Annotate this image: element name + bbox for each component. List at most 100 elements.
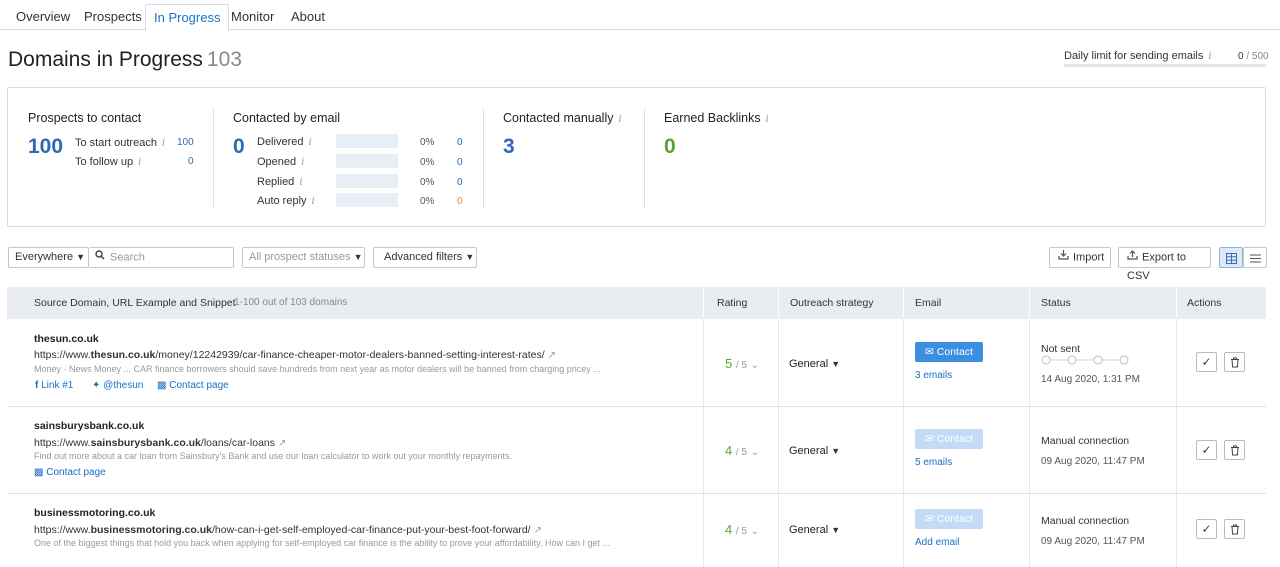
column-divider <box>903 319 904 407</box>
source-domain[interactable]: sainsburysbank.co.uk <box>34 420 144 432</box>
source-domain[interactable]: thesun.co.uk <box>34 333 99 345</box>
info-icon[interactable]: i <box>308 137 311 148</box>
mark-done-button[interactable]: ✓ <box>1196 352 1217 372</box>
delete-button[interactable] <box>1224 519 1245 539</box>
delivered-value[interactable]: 0 <box>457 137 463 148</box>
info-icon[interactable]: i <box>301 157 304 168</box>
replied-value[interactable]: 0 <box>457 177 463 188</box>
mark-done-button[interactable]: ✓ <box>1196 440 1217 460</box>
list-icon <box>1250 252 1261 271</box>
follow-up-value[interactable]: 0 <box>188 156 194 167</box>
header-divider <box>903 287 904 319</box>
info-icon[interactable]: i <box>299 177 302 188</box>
import-button[interactable]: Import <box>1049 247 1111 268</box>
summary-panel: Prospects to contact 100 To start outrea… <box>7 87 1266 227</box>
envelope-icon: ✉ <box>925 433 934 445</box>
trash-icon <box>1230 522 1240 536</box>
contact-page-link[interactable]: ▩ Contact page <box>34 467 106 478</box>
header-rating[interactable]: Rating <box>717 297 747 309</box>
rating[interactable]: 5 / 5 ⌄ <box>725 356 759 371</box>
chat-icon: ▩ <box>34 467 44 478</box>
header-range: 1-100 out of 103 domains <box>234 297 348 308</box>
envelope-icon: ✉ <box>925 346 934 358</box>
column-divider <box>903 494 904 567</box>
header-status[interactable]: Status <box>1041 297 1071 309</box>
contacted-manually-count[interactable]: 3 <box>503 135 515 159</box>
list-view-toggle[interactable] <box>1243 247 1267 268</box>
info-icon[interactable]: i <box>766 114 769 125</box>
mark-done-button[interactable]: ✓ <box>1196 519 1217 539</box>
tab-in-progress[interactable]: In Progress <box>145 4 230 31</box>
contact-page-link[interactable]: ▩ Contact page <box>157 380 229 391</box>
strategy-select[interactable]: General ▼ <box>789 524 840 536</box>
emails-link[interactable]: 3 emails <box>915 370 952 381</box>
delete-button[interactable] <box>1224 440 1245 460</box>
external-link-icon[interactable]: ↗ <box>548 350 556 361</box>
tab-about[interactable]: About <box>283 4 333 31</box>
strategy-select[interactable]: General ▼ <box>789 358 840 370</box>
rating[interactable]: 4 / 5 ⌄ <box>725 522 759 537</box>
daily-limit-bar <box>1064 64 1266 67</box>
table-header: Source Domain, URL Example and Snippet 1… <box>7 287 1266 319</box>
external-link-icon[interactable]: ↗ <box>278 438 286 449</box>
info-icon[interactable]: i <box>312 196 315 207</box>
add-email-link[interactable]: Add email <box>915 537 959 548</box>
contacted-email-title: Contacted by email <box>233 111 341 125</box>
tab-monitor[interactable]: Monitor <box>223 4 282 31</box>
delivered-label: Delivered i <box>257 136 312 148</box>
advanced-filters-button[interactable]: Advanced filters ▼ <box>373 247 477 268</box>
page-count: 103 <box>206 48 242 71</box>
auto-reply-value[interactable]: 0 <box>457 196 463 207</box>
earned-backlinks-count[interactable]: 0 <box>664 135 676 159</box>
snippet: One of the biggest things that hold you … <box>34 538 610 548</box>
snippet: Money · News Money ... CAR finance borro… <box>34 364 601 374</box>
tab-prospects[interactable]: Prospects <box>76 4 150 31</box>
contact-button[interactable]: ✉ Contact <box>915 429 983 449</box>
export-csv-button[interactable]: Export to CSV <box>1118 247 1211 282</box>
tab-overview[interactable]: Overview <box>8 4 78 31</box>
delete-button[interactable] <box>1224 352 1245 372</box>
delivered-pct: 0% <box>420 137 435 148</box>
external-link-icon[interactable]: ↗ <box>534 525 542 536</box>
replied-label: Replied i <box>257 176 303 188</box>
emails-link[interactable]: 5 emails <box>915 457 952 468</box>
grid-view-toggle[interactable] <box>1219 247 1243 268</box>
info-icon[interactable]: i <box>138 157 141 168</box>
divider <box>213 108 214 208</box>
facebook-link[interactable]: f Link #1 <box>35 380 73 391</box>
url-example[interactable]: https://www.businessmotoring.co.uk/how-c… <box>34 524 542 536</box>
scope-select[interactable]: Everywhere ▼ <box>8 247 89 268</box>
status-text: Manual connection <box>1041 515 1130 527</box>
column-divider <box>703 407 704 494</box>
daily-limit-value: 0 / 500 <box>1238 51 1269 62</box>
header-source[interactable]: Source Domain, URL Example and Snippet <box>34 297 236 309</box>
strategy-select[interactable]: General ▼ <box>789 445 840 457</box>
opened-value[interactable]: 0 <box>457 157 463 168</box>
url-example[interactable]: https://www.sainsburysbank.co.uk/loans/c… <box>34 437 286 449</box>
grid-icon <box>1226 252 1237 271</box>
status-filter-select[interactable]: All prospect statuses ▼ <box>242 247 365 268</box>
rating[interactable]: 4 / 5 ⌄ <box>725 443 759 458</box>
header-email[interactable]: Email <box>915 297 941 309</box>
info-icon[interactable]: i <box>618 114 621 125</box>
column-divider <box>778 319 779 407</box>
table-row: thesun.co.uk https://www.thesun.co.uk/mo… <box>7 319 1266 407</box>
status-text: Not sent <box>1041 343 1081 355</box>
url-example[interactable]: https://www.thesun.co.uk/money/12242939/… <box>34 349 556 361</box>
search-input[interactable]: Search <box>89 247 234 268</box>
contact-button[interactable]: ✉ Contact <box>915 342 983 362</box>
twitter-link[interactable]: ✦ @thesun <box>92 380 143 391</box>
start-outreach-value[interactable]: 100 <box>177 137 194 148</box>
status-text: Manual connection <box>1041 435 1130 447</box>
contact-button[interactable]: ✉ Contact <box>915 509 983 529</box>
opened-pct: 0% <box>420 157 435 168</box>
trash-icon <box>1230 355 1240 369</box>
daily-limit-label: Daily limit for sending emails i <box>1064 50 1212 62</box>
info-icon[interactable]: i <box>162 138 165 149</box>
column-divider <box>778 407 779 494</box>
header-outreach-strategy[interactable]: Outreach strategy <box>790 297 873 309</box>
header-divider <box>703 287 704 319</box>
info-icon[interactable]: i <box>1208 51 1211 62</box>
contacted-email-count: 0 <box>233 135 245 158</box>
source-domain[interactable]: businessmotoring.co.uk <box>34 507 155 519</box>
